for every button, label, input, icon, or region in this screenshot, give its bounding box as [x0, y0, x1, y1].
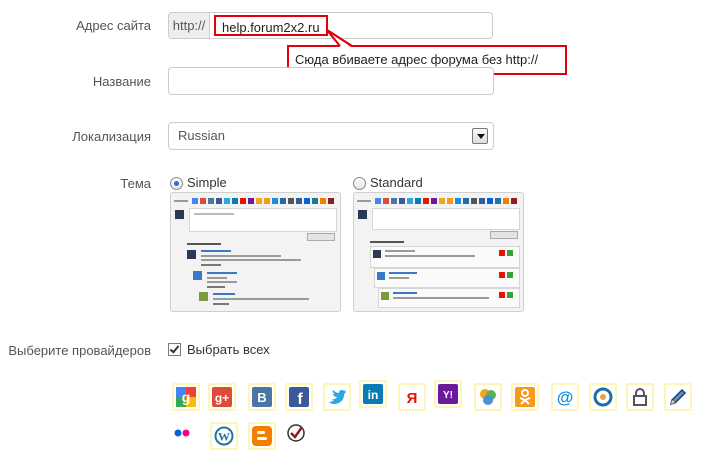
url-prefix: http:// [168, 12, 210, 39]
svg-text:В: В [257, 390, 266, 405]
site-url-label: Адрес сайта [76, 18, 151, 33]
name-input[interactable] [168, 67, 494, 95]
theme-simple-label[interactable]: Simple [187, 175, 227, 190]
password-lock-icon[interactable] [626, 383, 654, 411]
pencil-edit-icon[interactable] [664, 383, 692, 411]
check-signin-icon[interactable] [282, 419, 310, 447]
vkontakte-icon[interactable]: В [248, 383, 276, 411]
preview-share-bar [357, 196, 520, 206]
svg-text:g+: g+ [215, 391, 229, 405]
locale-label: Локализация [72, 129, 151, 144]
mailru-icon[interactable]: @ [551, 383, 579, 411]
site-url-input[interactable]: help.forum2x2.ru [209, 12, 493, 39]
wordpress-icon[interactable]: W [210, 422, 238, 450]
locale-select[interactable]: Russian [168, 122, 494, 150]
svg-text:W: W [218, 430, 230, 444]
odnoklassniki-icon[interactable] [511, 383, 539, 411]
svg-text:Я: Я [407, 390, 418, 407]
name-label: Название [92, 74, 151, 89]
chevron-down-icon[interactable] [472, 128, 488, 144]
locale-selected-value: Russian [178, 128, 225, 143]
select-all-label[interactable]: Выбрать всех [187, 342, 270, 357]
theme-standard-radio[interactable] [353, 177, 366, 190]
svg-text:f: f [297, 391, 303, 407]
yandex-icon[interactable]: Я [398, 383, 426, 411]
preview-share-bar [174, 196, 337, 206]
theme-standard-preview[interactable] [353, 192, 524, 312]
provider-list: g g+ В f in Я Y! @ W [168, 380, 708, 470]
svg-text:g: g [182, 389, 191, 405]
google-plus-icon[interactable]: g+ [208, 383, 236, 411]
mail-agent-icon[interactable] [474, 383, 502, 411]
theme-simple-radio[interactable] [170, 177, 183, 190]
twitter-icon[interactable] [323, 383, 351, 411]
svg-text:Y!: Y! [443, 390, 453, 401]
select-all-checkbox[interactable] [168, 343, 181, 356]
site-url-value: help.forum2x2.ru [214, 15, 328, 36]
theme-standard-label[interactable]: Standard [370, 175, 423, 190]
svg-text:@: @ [557, 388, 574, 407]
livejournal-icon[interactable] [589, 383, 617, 411]
flickr-icon[interactable] [168, 419, 196, 447]
svg-text:in: in [368, 388, 379, 402]
linkedin-icon[interactable]: in [359, 380, 387, 408]
theme-label: Тема [120, 176, 151, 191]
yahoo-icon[interactable]: Y! [434, 380, 462, 408]
providers-label: Выберите провайдеров [8, 343, 151, 358]
blogger-icon[interactable] [248, 422, 276, 450]
google-icon[interactable]: g [172, 383, 200, 411]
facebook-icon[interactable]: f [285, 383, 313, 411]
site-url-input-group: http:// help.forum2x2.ru [168, 12, 493, 39]
theme-simple-preview[interactable] [170, 192, 341, 312]
